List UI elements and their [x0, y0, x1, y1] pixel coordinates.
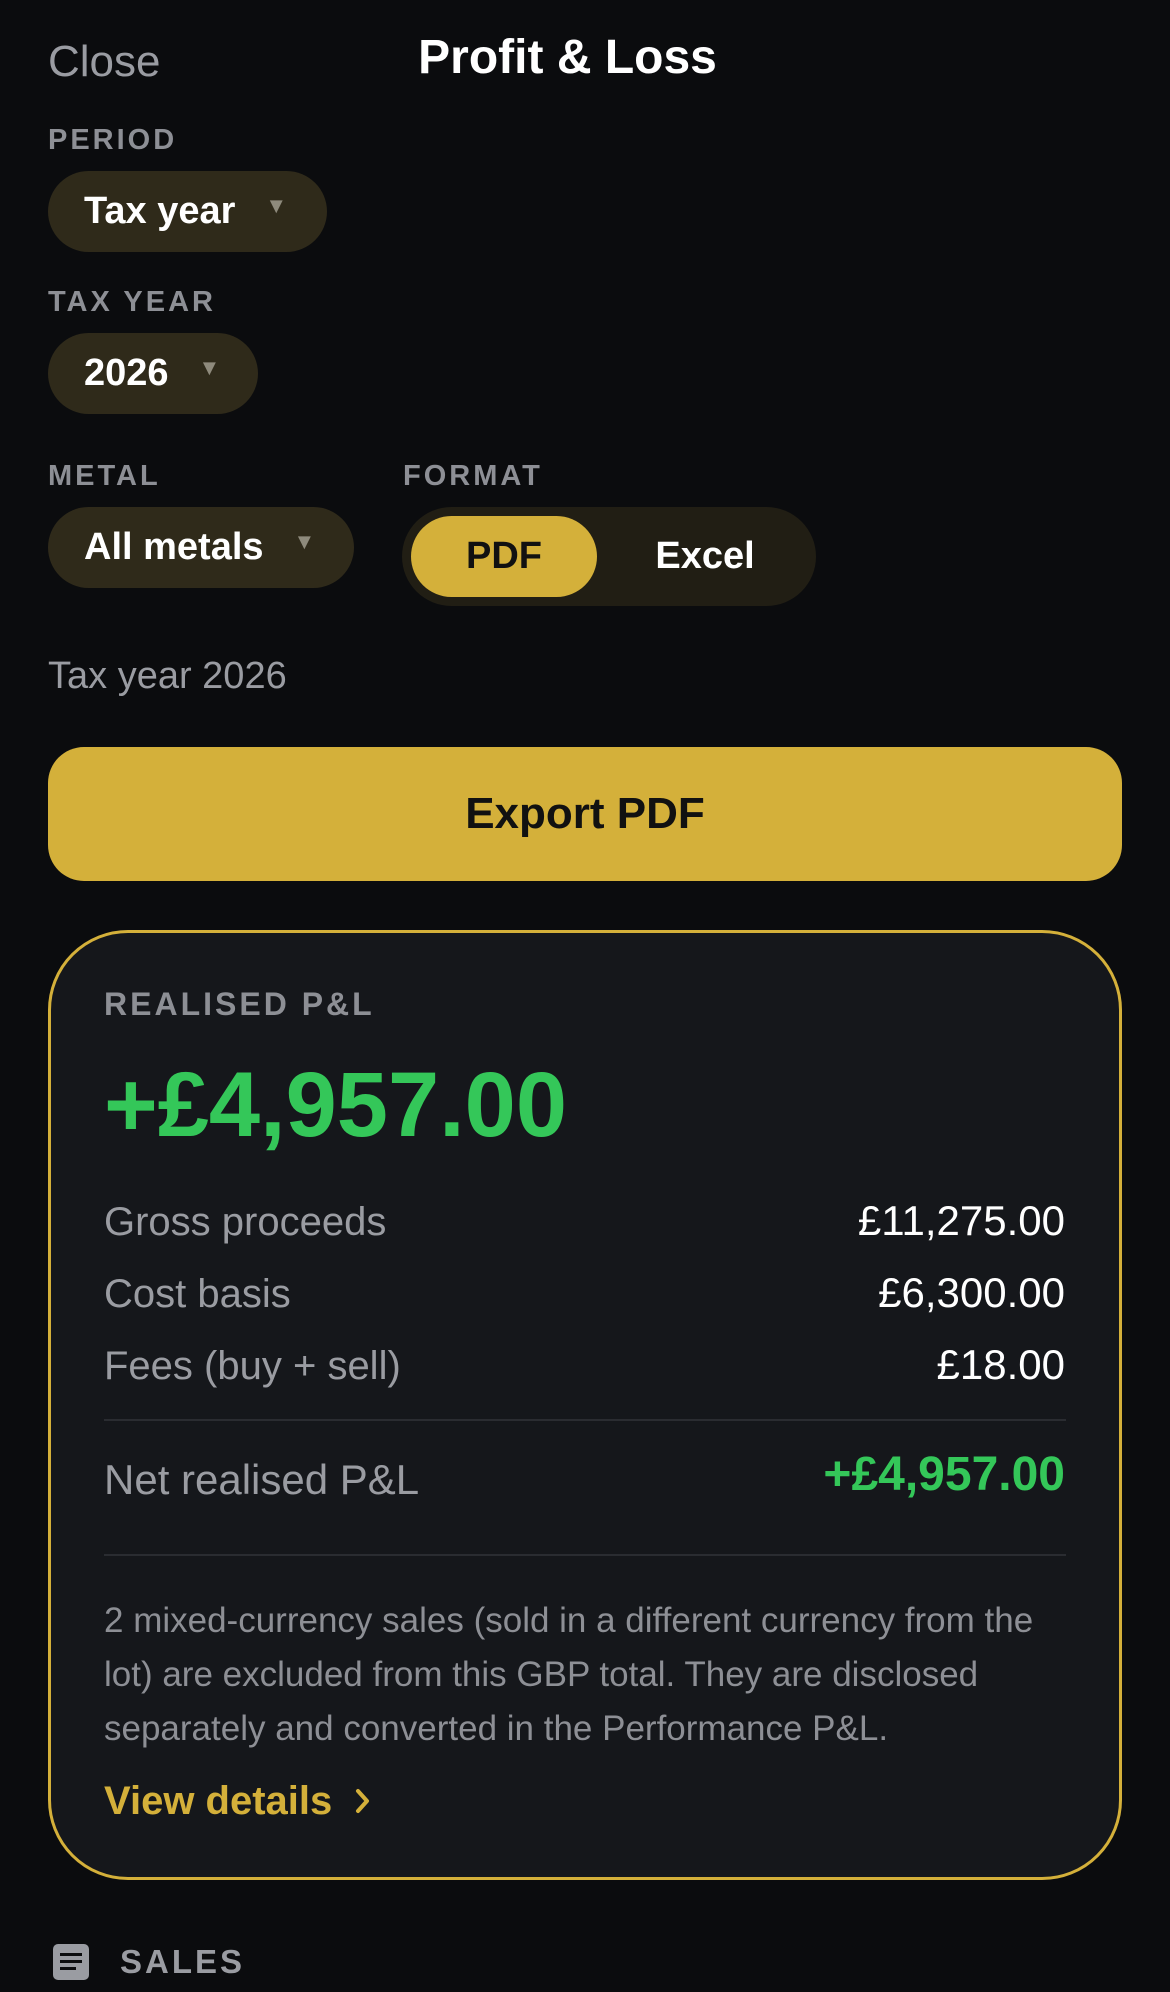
format-option-excel[interactable]: Excel: [602, 516, 808, 597]
fees-label: Fees (buy + sell): [104, 1344, 401, 1388]
realised-pnl-total: +£4,957.00: [104, 1054, 568, 1156]
caret-down-icon: ▼: [293, 528, 316, 554]
net-realised-pnl-label: Net realised P&L: [104, 1456, 420, 1503]
period-summary: Tax year 2026: [48, 655, 287, 697]
list-document-icon: [53, 1944, 89, 1980]
caret-down-icon: ▼: [198, 354, 221, 380]
gross-proceeds-label: Gross proceeds: [104, 1200, 387, 1244]
chevron-right-icon: [356, 1789, 370, 1813]
page-title: Profit & Loss: [418, 31, 717, 84]
fees-value: £18.00: [936, 1341, 1065, 1388]
export-pdf-button[interactable]: Export PDF: [48, 747, 1122, 881]
divider: [104, 1419, 1066, 1421]
format-option-pdf[interactable]: PDF: [411, 516, 597, 597]
sales-section-header: SALES: [52, 1942, 245, 1982]
view-details-link[interactable]: View details: [104, 1778, 372, 1824]
period-select[interactable]: Tax year ▼: [48, 171, 327, 252]
format-toggle: PDF Excel: [402, 507, 816, 606]
period-label: PERIOD: [48, 124, 178, 156]
gross-proceeds-value: £11,275.00: [857, 1197, 1065, 1244]
metal-label: METAL: [48, 460, 161, 492]
net-realised-pnl-value: +£4,957.00: [823, 1448, 1065, 1501]
caret-down-icon: ▼: [265, 192, 288, 218]
period-value: Tax year: [84, 190, 236, 232]
cost-basis-label: Cost basis: [104, 1272, 291, 1316]
mixed-currency-note: 2 mixed-currency sales (sold in a differ…: [104, 1601, 1034, 1748]
tax-year-label: TAX YEAR: [48, 286, 216, 318]
divider: [104, 1554, 1066, 1556]
sales-label: SALES: [120, 1943, 246, 1980]
metal-select[interactable]: All metals ▼: [48, 507, 354, 588]
cost-basis-value: £6,300.00: [878, 1269, 1065, 1316]
realised-pnl-label: REALISED P&L: [104, 986, 375, 1022]
tax-year-value: 2026: [84, 352, 169, 394]
tax-year-select[interactable]: 2026 ▼: [48, 333, 258, 414]
view-details-label: View details: [104, 1779, 333, 1823]
metal-value: All metals: [84, 526, 264, 568]
format-label: FORMAT: [403, 460, 543, 492]
